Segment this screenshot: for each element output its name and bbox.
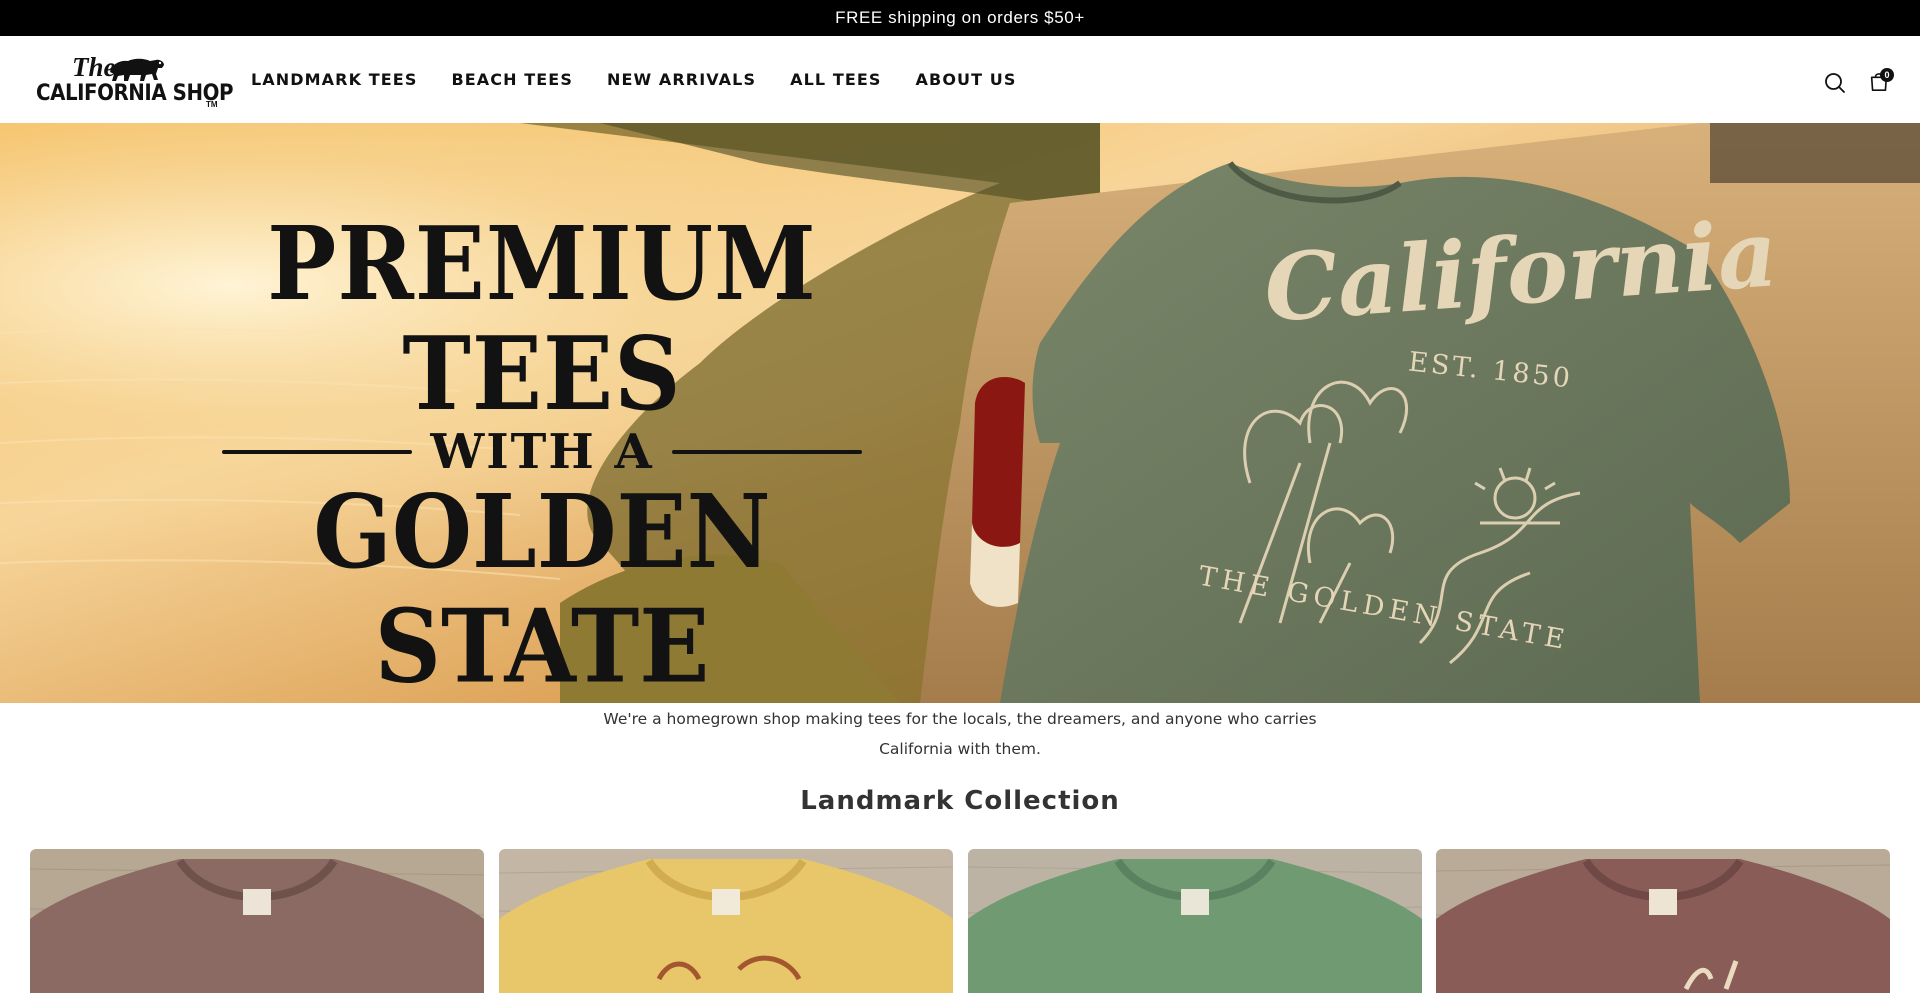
- product-card-3[interactable]: [968, 849, 1422, 993]
- logo-trademark: TM: [206, 100, 218, 109]
- brand-logo[interactable]: The CALIFORNIA SHOP TM: [36, 52, 233, 112]
- nav-new-arrivals[interactable]: NEW ARRIVALS: [607, 70, 756, 89]
- announcement-bar: FREE shipping on orders $50+: [0, 0, 1920, 36]
- product-card-1[interactable]: [30, 849, 484, 993]
- product-card-4[interactable]: [1436, 849, 1890, 993]
- search-icon[interactable]: [1824, 72, 1846, 94]
- nav-all-tees[interactable]: ALL TEES: [790, 70, 881, 89]
- cart-count-badge: 0: [1880, 68, 1894, 82]
- nav-about-us[interactable]: ABOUT US: [916, 70, 1017, 89]
- main-nav: LANDMARK TEES BEACH TEES NEW ARRIVALS AL…: [251, 36, 1017, 123]
- hero-headline: PREMIUM TEES WITH A GOLDEN STATE OF MIND: [222, 209, 863, 703]
- collection-title: Landmark Collection: [800, 786, 1120, 816]
- intro-text: We're a homegrown shop making tees for t…: [560, 704, 1360, 764]
- hero-headline-line3: GOLDEN STATE: [313, 472, 771, 703]
- intro-line-2: California with them.: [879, 740, 1041, 758]
- announcement-text: FREE shipping on orders $50+: [835, 8, 1085, 27]
- site-header: The CALIFORNIA SHOP TM LANDMARK TEES BEA…: [0, 36, 1920, 123]
- product-grid: [30, 849, 1890, 993]
- nav-landmark-tees[interactable]: LANDMARK TEES: [251, 70, 417, 89]
- hero-headline-line1: PREMIUM TEES: [267, 204, 817, 434]
- intro-line-1: We're a homegrown shop making tees for t…: [603, 710, 1317, 728]
- headline-rule-right: [671, 450, 863, 454]
- headline-rule-left: [222, 450, 413, 454]
- product-card-2[interactable]: [499, 849, 953, 993]
- product-image-4: [1436, 849, 1890, 993]
- hero-headline-line4: OF MIND: [222, 688, 862, 703]
- product-image-3: [968, 849, 1422, 993]
- hero-banner[interactable]: PREMIUM TEES WITH A GOLDEN STATE OF MIND…: [0, 123, 1920, 703]
- nav-beach-tees[interactable]: BEACH TEES: [451, 70, 573, 89]
- bear-icon: [110, 58, 164, 81]
- product-image-2: [499, 849, 953, 993]
- product-image-1: [30, 849, 484, 993]
- logo-shop-name: CALIFORNIA SHOP: [36, 81, 234, 106]
